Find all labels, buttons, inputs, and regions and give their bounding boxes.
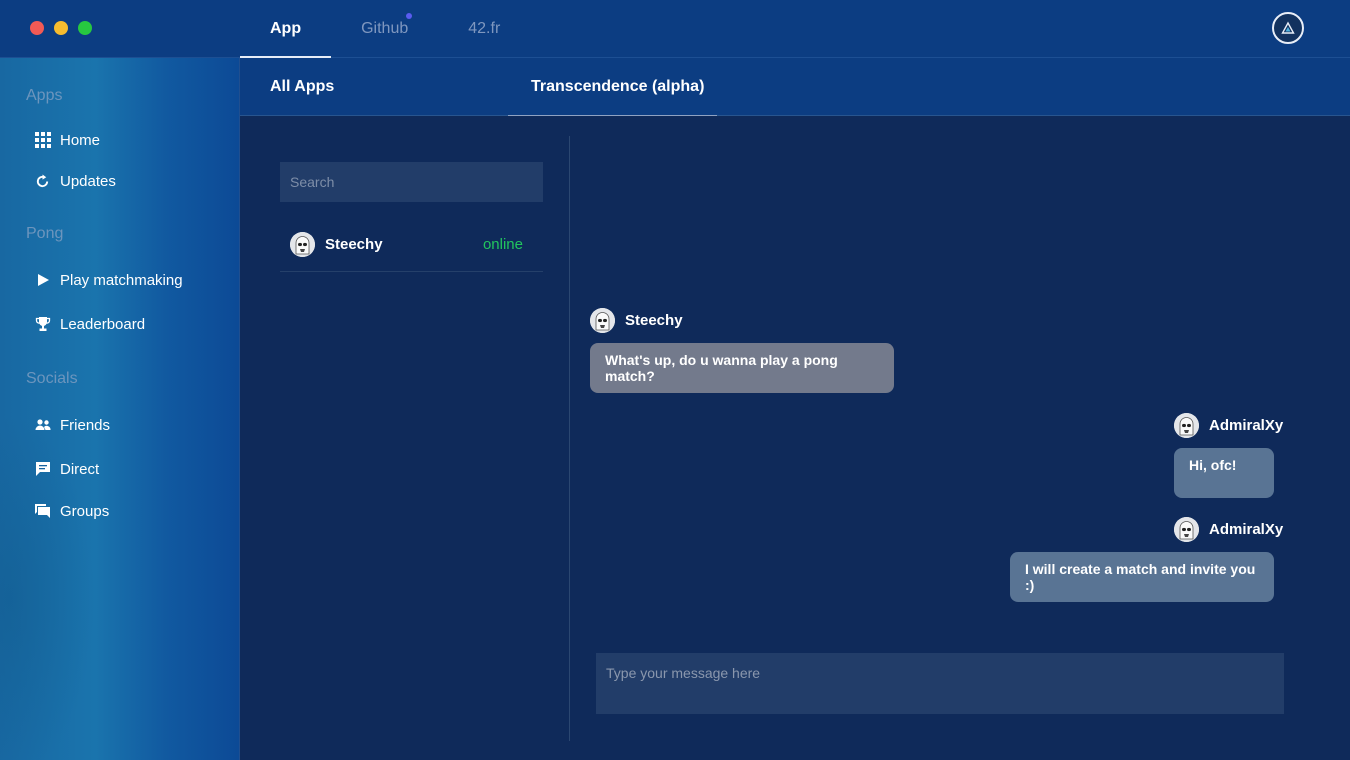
title-bar: App Github 42.fr bbox=[0, 0, 1350, 59]
message-bubble: I will create a match and invite you :) bbox=[1010, 552, 1274, 602]
sidebar-item-groups[interactable]: Groups bbox=[34, 500, 109, 522]
user-avatar-button[interactable] bbox=[1272, 12, 1304, 44]
tab-transcendence[interactable]: Transcendence (alpha) bbox=[531, 58, 704, 116]
tab-label: App bbox=[270, 20, 302, 37]
friends-icon bbox=[34, 417, 51, 434]
stormtrooper-avatar-icon bbox=[1174, 517, 1199, 542]
tab-github[interactable]: Github bbox=[331, 0, 438, 58]
chat-icon bbox=[34, 461, 51, 478]
message-text: I will create a match and invite you :) bbox=[1025, 561, 1256, 593]
tab-label: All Apps bbox=[270, 78, 335, 95]
message-header: AdmiralXy bbox=[1174, 517, 1283, 542]
sidebar-item-label: Direct bbox=[60, 460, 100, 478]
avatar bbox=[1174, 517, 1199, 542]
sidebar-item-direct[interactable]: Direct bbox=[34, 458, 99, 480]
sidebar-item-label: Home bbox=[60, 131, 101, 149]
contact-item[interactable]: Steechy online bbox=[280, 222, 543, 272]
message-author: AdmiralXy bbox=[1209, 521, 1284, 538]
contacts-pane: Steechy online bbox=[280, 116, 543, 760]
message-header: AdmiralXy bbox=[1174, 413, 1283, 438]
sidebar-item-label: Updates bbox=[60, 172, 116, 190]
section-title-pong: Pong bbox=[26, 225, 64, 242]
status-badge: online bbox=[482, 236, 523, 253]
sidebar-item-friends[interactable]: Friends bbox=[34, 414, 110, 436]
trophy-icon bbox=[34, 316, 51, 333]
sidebar-item-play-matchmaking[interactable]: Play matchmaking bbox=[34, 269, 183, 291]
pane-divider bbox=[569, 136, 570, 741]
triangle-logo-icon bbox=[1281, 21, 1295, 34]
top-tabs: App Github 42.fr bbox=[240, 0, 530, 59]
tab-app[interactable]: App bbox=[240, 0, 332, 59]
play-icon bbox=[34, 272, 51, 289]
message-author: AdmiralXy bbox=[1209, 417, 1284, 434]
message-header: Steechy bbox=[590, 308, 683, 333]
message-text: What's up, do u wanna play a pong match? bbox=[605, 352, 838, 384]
stormtrooper-avatar-icon bbox=[1174, 413, 1199, 438]
avatar bbox=[590, 308, 615, 333]
sidebar: Apps Home Updates Pong Play matchmaking bbox=[0, 58, 240, 760]
stormtrooper-avatar-icon bbox=[290, 232, 315, 257]
stormtrooper-avatar-icon bbox=[590, 308, 615, 333]
sidebar-item-label: Leaderboard bbox=[60, 315, 146, 333]
notification-dot bbox=[406, 13, 413, 19]
message-bubble: Hi, ofc! bbox=[1174, 448, 1274, 498]
section-title-apps: Apps bbox=[26, 87, 63, 104]
section-title-socials: Socials bbox=[26, 370, 78, 387]
sidebar-item-updates[interactable]: Updates bbox=[34, 170, 116, 192]
message-text: Hi, ofc! bbox=[1189, 457, 1237, 473]
refresh-icon bbox=[34, 173, 51, 190]
tab-label: Github bbox=[361, 20, 409, 37]
tab-label: Transcendence (alpha) bbox=[531, 78, 705, 95]
sidebar-item-label: Friends bbox=[60, 416, 111, 434]
groups-icon bbox=[34, 503, 51, 520]
search-input[interactable] bbox=[280, 162, 543, 202]
window-controls bbox=[30, 21, 92, 35]
tab-42fr[interactable]: 42.fr bbox=[438, 0, 530, 58]
grid-icon bbox=[34, 132, 51, 149]
tab-label: 42.fr bbox=[468, 20, 501, 37]
chat-panel: Steechy online Steechy What's up, do u w… bbox=[240, 116, 1350, 760]
sidebar-item-leaderboard[interactable]: Leaderboard bbox=[34, 313, 145, 335]
avatar bbox=[1174, 413, 1199, 438]
tab-all-apps[interactable]: All Apps bbox=[270, 58, 334, 116]
message-author: Steechy bbox=[625, 312, 683, 329]
message-bubble: What's up, do u wanna play a pong match? bbox=[590, 343, 894, 393]
app-tabs: All Apps Transcendence (alpha) bbox=[240, 58, 1350, 118]
contact-name: Steechy bbox=[325, 236, 383, 253]
minimize-window-button[interactable] bbox=[54, 21, 68, 35]
sidebar-item-label: Play matchmaking bbox=[60, 271, 183, 289]
sidebar-item-home[interactable]: Home bbox=[34, 129, 100, 151]
maximize-window-button[interactable] bbox=[78, 21, 92, 35]
message-input[interactable] bbox=[596, 653, 1284, 714]
close-window-button[interactable] bbox=[30, 21, 44, 35]
avatar bbox=[290, 232, 315, 257]
sidebar-item-label: Groups bbox=[60, 502, 110, 520]
